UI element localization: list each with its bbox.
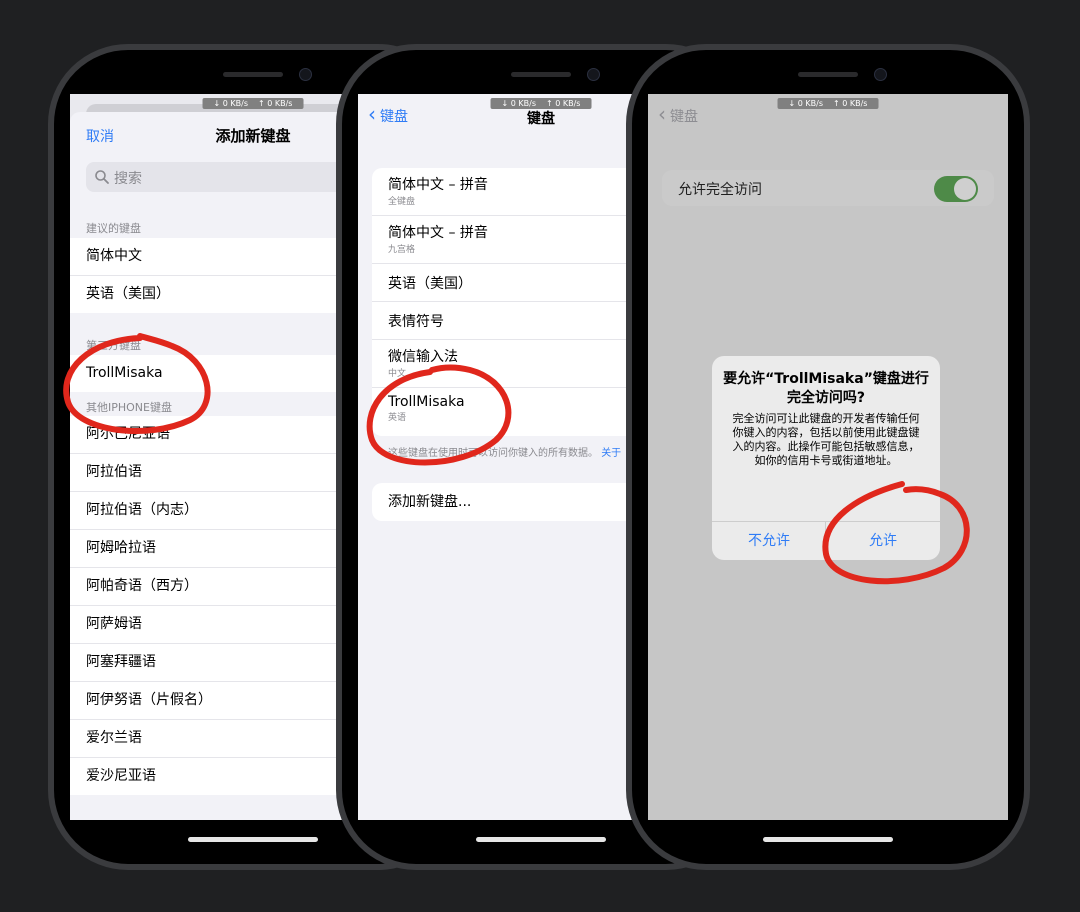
allow-button[interactable]: 允许 <box>825 522 940 560</box>
alert-message: 完全访问可让此键盘的开发者传输任何你键入的内容，包括以前使用此键盘键入的内容。此… <box>732 412 920 467</box>
search-placeholder: 搜索 <box>114 171 142 187</box>
screen-full-access: ↓ 0 KB/s ↑ 0 KB/s ‹ 键盘 允许完全访问 要允许“TrollMis… <box>648 94 1008 820</box>
network-speed: ↓ 0 KB/s ↑ 0 KB/s <box>202 98 304 109</box>
section-header-other: 其他IPHONE键盘 <box>86 401 172 414</box>
speaker <box>798 72 858 77</box>
home-indicator <box>763 837 893 842</box>
chevron-left-icon: ‹ <box>658 102 666 126</box>
full-access-alert: 要允许“TrollMisaka”键盘进行完全访问吗? 完全访问可让此键盘的开发者… <box>712 356 940 560</box>
speaker <box>511 72 571 77</box>
network-speed: ↓ 0 KB/s ↑ 0 KB/s <box>490 98 592 109</box>
speaker <box>223 72 283 77</box>
back-button[interactable]: ‹ 键盘 <box>658 104 698 126</box>
front-camera <box>299 68 312 81</box>
full-access-label: 允许完全访问 <box>678 182 762 198</box>
alert-title: 要允许“TrollMisaka”键盘进行完全访问吗? <box>723 371 929 406</box>
full-access-row: 允许完全访问 <box>662 170 994 206</box>
network-speed: ↓ 0 KB/s ↑ 0 KB/s <box>777 98 879 109</box>
footnote-link[interactable]: 关于 <box>601 448 621 459</box>
front-camera <box>587 68 600 81</box>
home-indicator <box>476 837 606 842</box>
front-camera <box>874 68 887 81</box>
deny-button[interactable]: 不允许 <box>712 522 826 560</box>
alert-buttons: 不允许 允许 <box>712 521 940 560</box>
toggle-knob <box>954 178 976 200</box>
phone-full-access: ↓ 0 KB/s ↑ 0 KB/s ‹ 键盘 允许完全访问 要允许“TrollMis… <box>626 44 1030 870</box>
home-indicator <box>188 837 318 842</box>
full-access-toggle[interactable] <box>934 176 978 202</box>
search-icon <box>95 170 109 184</box>
